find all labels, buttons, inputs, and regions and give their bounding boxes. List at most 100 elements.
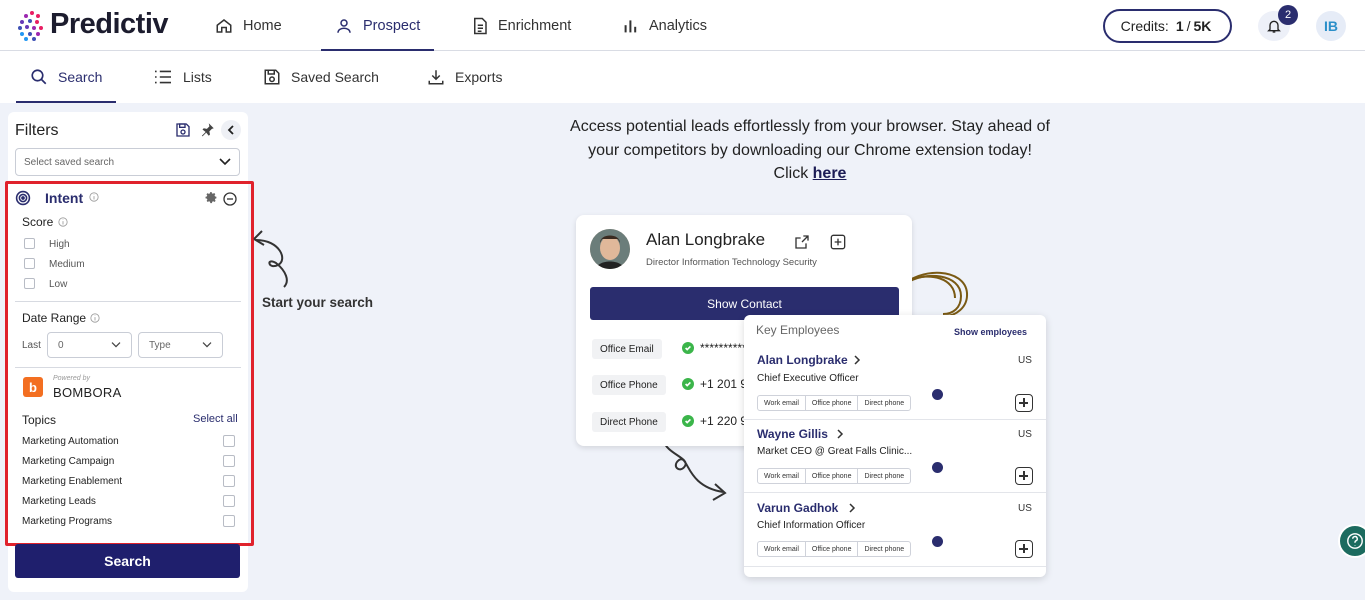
employee-name[interactable]: Wayne Gillis: [757, 427, 828, 441]
bombora-logo-icon: b: [23, 377, 43, 397]
contact-job-title: Director Information Technology Security: [646, 257, 817, 268]
logo-mark-icon: [18, 10, 46, 41]
score-high-checkbox[interactable]: [24, 238, 35, 249]
external-link-icon[interactable]: [794, 234, 810, 250]
nav-prospect[interactable]: Prospect: [321, 0, 435, 51]
subtab-saved-search[interactable]: Saved Search: [263, 51, 379, 103]
pin-icon[interactable]: [200, 122, 215, 137]
show-employees-link[interactable]: Show employees: [954, 327, 1027, 337]
employee-contact-tags: Work email Office phone Direct phone: [757, 468, 912, 484]
employee-contact-tags: Work email Office phone Direct phone: [757, 541, 912, 557]
office-phone-tag: Office phone: [806, 396, 859, 410]
add-box-icon[interactable]: [830, 234, 846, 250]
help-button[interactable]: [1338, 524, 1365, 558]
contact-field-value: +1 201 9: [682, 377, 747, 391]
nav-label: Home: [243, 17, 282, 34]
employee-title: Market CEO @ Great Falls Clinic...: [757, 446, 913, 457]
employee-name[interactable]: Varun Gadhok: [757, 501, 838, 515]
topic-checkbox[interactable]: [223, 495, 235, 507]
credits-badge[interactable]: Credits: 1 / 5K: [1103, 9, 1232, 43]
document-icon: [474, 17, 487, 34]
credits-prefix: Credits:: [1120, 18, 1169, 34]
nav-label: Prospect: [363, 17, 421, 34]
bar-chart-icon: [624, 19, 637, 32]
floppy-disk-icon: [264, 69, 280, 85]
chevron-right-icon[interactable]: [836, 429, 844, 439]
employee-divider: [744, 419, 1046, 420]
employee-country: US: [1018, 503, 1032, 514]
employee-divider: [744, 492, 1046, 493]
type-select[interactable]: Type: [138, 332, 223, 358]
saved-search-select[interactable]: Select saved search: [15, 148, 240, 176]
home-icon: [216, 18, 232, 33]
promo-click: Click: [773, 165, 809, 182]
topic-checkbox[interactable]: [223, 515, 235, 527]
topic-label: Marketing Campaign: [22, 456, 115, 467]
download-icon: [428, 70, 444, 85]
info-icon: [90, 313, 100, 323]
provider-name: BOMBORA: [53, 385, 122, 400]
saved-search-placeholder: Select saved search: [24, 157, 115, 168]
topic-label: Marketing Leads: [22, 496, 96, 507]
score-low-checkbox[interactable]: [24, 278, 35, 289]
question-mark-icon: [1347, 533, 1363, 549]
predictiv-logo[interactable]: Predictiv: [18, 8, 169, 41]
curved-arrow-icon: [253, 230, 288, 288]
add-employee-button[interactable]: [1015, 467, 1033, 485]
target-icon: [15, 190, 31, 206]
direct-phone-value: +1 220 9: [700, 414, 748, 428]
curved-arrow-icon: [662, 439, 727, 501]
remove-circle-icon[interactable]: [223, 192, 237, 206]
topic-checkbox[interactable]: [223, 455, 235, 467]
subtab-lists[interactable]: Lists: [153, 51, 212, 103]
score-option-label: Medium: [49, 259, 85, 270]
intent-title: Intent: [45, 190, 84, 206]
topic-checkbox[interactable]: [223, 475, 235, 487]
collapse-panel-button[interactable]: [221, 120, 241, 140]
employee-country: US: [1018, 429, 1032, 440]
chevron-right-icon[interactable]: [848, 503, 856, 513]
extension-link[interactable]: here: [813, 165, 847, 182]
section-divider: [15, 367, 241, 368]
direct-phone-tag: Direct phone: [864, 473, 905, 480]
employee-name[interactable]: Alan Longbrake: [757, 353, 848, 367]
chrome-extension-promo: Access potential leads effortlessly from…: [560, 115, 1060, 186]
search-button[interactable]: Search: [15, 544, 240, 578]
gear-icon[interactable]: [205, 191, 218, 204]
chevron-left-icon: [227, 125, 234, 135]
key-employees-title: Key Employees: [756, 323, 840, 337]
subtab-label: Lists: [183, 69, 212, 85]
promo-line: your competitors by downloading our Chro…: [588, 141, 1032, 159]
last-label: Last: [22, 340, 41, 351]
last-value-select[interactable]: 0: [47, 332, 132, 358]
add-employee-button[interactable]: [1015, 540, 1033, 558]
add-employee-button[interactable]: [1015, 394, 1033, 412]
direct-phone-tag: Direct phone: [864, 546, 905, 553]
nav-home[interactable]: Home: [215, 0, 282, 51]
section-divider: [15, 301, 241, 302]
nav-label: Enrichment: [498, 17, 572, 34]
verified-check-icon: [682, 415, 694, 427]
chevron-right-icon[interactable]: [853, 355, 861, 365]
powered-by-label: Powered by: [53, 375, 90, 382]
nav-analytics[interactable]: Analytics: [623, 0, 707, 51]
topic-checkbox[interactable]: [223, 435, 235, 447]
save-filter-icon[interactable]: [175, 122, 191, 138]
subtab-exports[interactable]: Exports: [427, 51, 502, 103]
office-phone-tag: Office phone: [806, 469, 859, 483]
employee-divider: [744, 566, 1046, 567]
nav-enrichment[interactable]: Enrichment: [472, 0, 571, 51]
work-email-tag: Work email: [758, 396, 806, 410]
user-avatar[interactable]: IB: [1316, 11, 1346, 41]
office-phone-tag: Office phone: [806, 542, 859, 556]
start-search-hint: Start your search: [262, 295, 374, 310]
contact-field-value: **********: [682, 341, 747, 355]
subtab-search[interactable]: Search: [16, 51, 117, 103]
verified-check-icon: [682, 378, 694, 390]
credits-used: 1: [1175, 18, 1184, 34]
lock-icon: [932, 389, 943, 400]
score-medium-checkbox[interactable]: [24, 258, 35, 269]
chevron-down-icon: [111, 342, 121, 348]
select-all-link[interactable]: Select all: [193, 413, 238, 425]
office-email-value: **********: [700, 341, 747, 355]
